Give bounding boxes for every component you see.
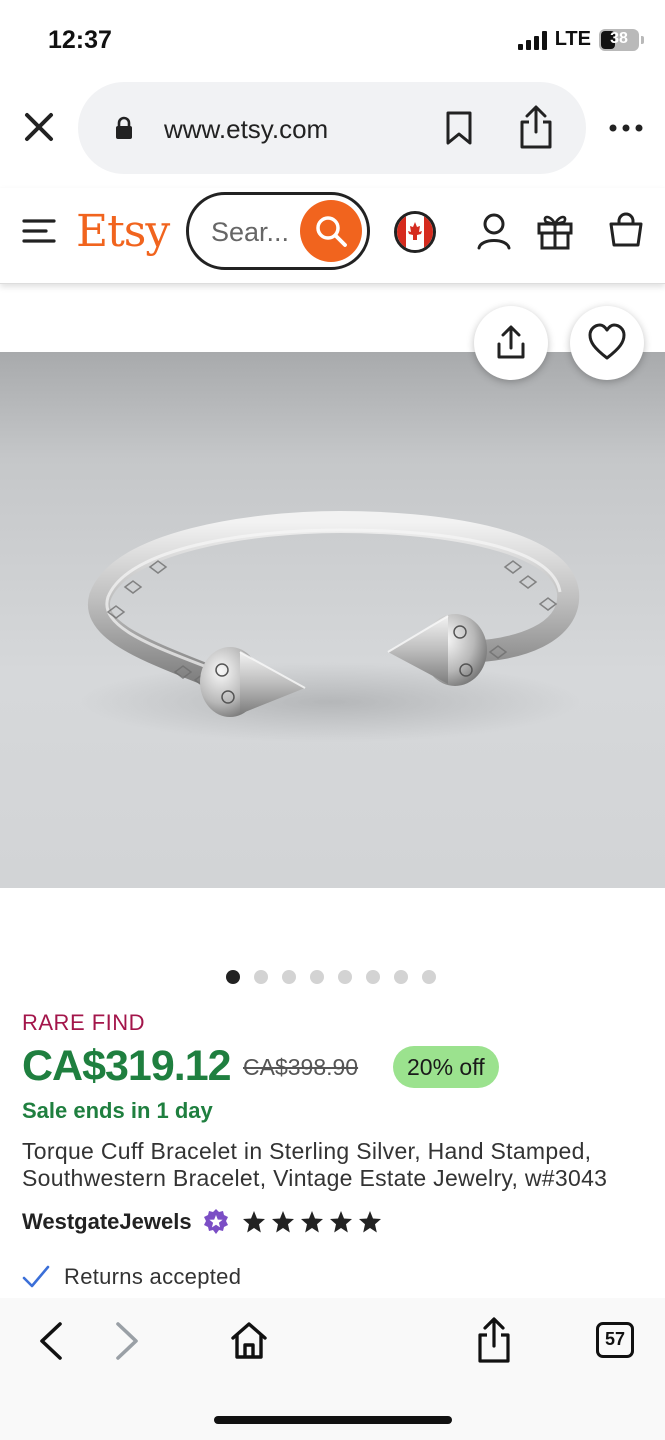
home-icon[interactable] (230, 1320, 268, 1360)
carousel-dot[interactable] (422, 970, 436, 984)
original-price: CA$398.90 (243, 1054, 359, 1080)
returns-text: Returns accepted (64, 1264, 242, 1289)
search-placeholder: Sear... (211, 217, 290, 247)
battery-icon: 38 (599, 28, 644, 51)
tabs-button[interactable]: 57 (596, 1322, 634, 1358)
product-title: Torque Cuff Bracelet in Sterling Silver,… (22, 1138, 608, 1191)
user-icon[interactable] (476, 212, 512, 250)
star-icon (242, 1211, 265, 1233)
seller-name[interactable]: WestgateJewels (22, 1209, 192, 1235)
favorite-button[interactable] (570, 306, 644, 380)
sale-ends-notice: Sale ends in 1 day (22, 1098, 213, 1123)
status-bar: 12:37 LTE 38 (0, 0, 665, 82)
hamburger-icon[interactable] (22, 218, 56, 244)
bookmark-icon[interactable] (444, 110, 474, 146)
browser-toolbar: 57 (0, 1298, 665, 1440)
search-input[interactable]: Sear... (186, 192, 370, 270)
network-label: LTE (554, 28, 591, 50)
share-icon[interactable] (476, 1316, 512, 1364)
url-text: www.etsy.com (164, 114, 329, 144)
carousel-dot[interactable] (366, 970, 380, 984)
lock-icon (116, 116, 132, 139)
carousel-dot[interactable] (254, 970, 268, 984)
carousel-dot[interactable] (394, 970, 408, 984)
chevron-left-icon[interactable] (36, 1320, 66, 1362)
star-icon (329, 1211, 352, 1233)
carousel-dot[interactable] (310, 970, 324, 984)
chevron-right-icon[interactable] (112, 1320, 142, 1362)
star-seller-icon (203, 1209, 228, 1234)
address-field[interactable]: www.etsy.com (78, 82, 586, 174)
discount-badge: 20% off (393, 1046, 499, 1088)
rating-stars[interactable] (242, 1210, 382, 1234)
share-listing-button[interactable] (474, 306, 548, 380)
gift-icon[interactable] (536, 210, 574, 250)
tabs-count: 57 (604, 1329, 626, 1349)
bracelet-image (80, 510, 580, 742)
carousel-dot[interactable] (338, 970, 352, 984)
star-icon (300, 1211, 323, 1233)
etsy-logo[interactable]: Etsy (76, 206, 170, 257)
carousel-dot[interactable] (226, 970, 240, 984)
search-button[interactable] (300, 200, 362, 262)
rare-find-badge: RARE FIND (22, 1010, 146, 1035)
share-icon[interactable] (518, 104, 554, 150)
share-icon (497, 325, 525, 359)
status-time: 12:37 (48, 26, 112, 54)
sale-price: CA$319.12 (22, 1042, 232, 1090)
home-indicator[interactable] (214, 1416, 452, 1424)
canada-flag-icon[interactable] (394, 211, 436, 253)
returns-row: Returns accepted (22, 1264, 241, 1290)
search-icon (316, 216, 347, 247)
shopping-bag-icon[interactable] (608, 212, 644, 248)
more-icon[interactable] (608, 122, 644, 134)
etsy-header: Etsy Sear... (0, 188, 665, 284)
status-indicators: LTE 38 (517, 28, 644, 51)
signal-icon (517, 30, 547, 50)
product-image[interactable] (0, 352, 665, 888)
close-icon[interactable] (22, 110, 56, 144)
image-carousel-dots[interactable] (226, 970, 436, 984)
star-icon (271, 1211, 294, 1233)
browser-url-bar: www.etsy.com (0, 82, 665, 174)
battery-percent: 38 (610, 29, 628, 47)
heart-icon (588, 323, 626, 360)
star-icon (358, 1211, 381, 1233)
carousel-dot[interactable] (282, 970, 296, 984)
check-icon (22, 1265, 50, 1288)
seller-row: WestgateJewels (22, 1208, 382, 1236)
